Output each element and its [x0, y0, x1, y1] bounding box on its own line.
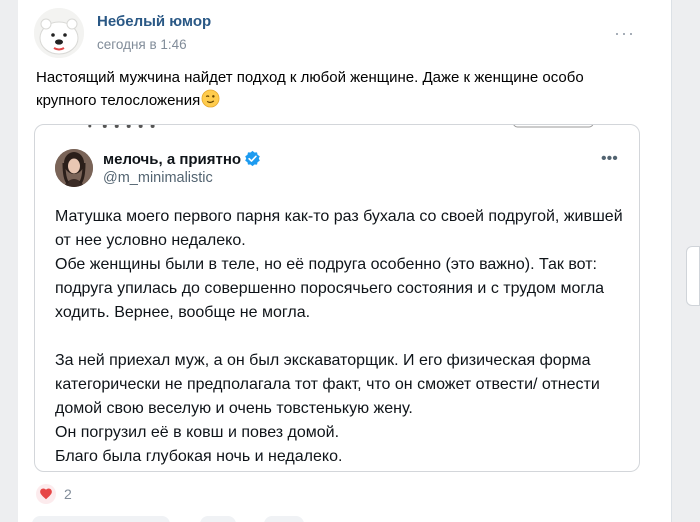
- author-name[interactable]: Небелый юмор: [97, 13, 211, 30]
- quoted-tweet-body: Матушка моего первого парня как-то раз б…: [55, 205, 630, 469]
- more-icon[interactable]: ···: [614, 24, 635, 42]
- quoted-author-name-text: мелочь, а приятно: [103, 151, 242, 168]
- winking-face-emoji-icon: [201, 89, 220, 108]
- quoted-author-name[interactable]: мелочь, а приятно: [103, 150, 261, 168]
- post-card: Небелый юмор сегодня в 1:46 ··· Настоящи…: [18, 0, 672, 522]
- quoted-more-icon[interactable]: •••: [601, 151, 618, 167]
- cropped-action-buttons: [32, 516, 304, 522]
- polar-bear-icon: [34, 8, 84, 58]
- author-avatar[interactable]: [34, 8, 84, 58]
- verified-badge-icon: [245, 150, 260, 167]
- like-button[interactable]: 2: [36, 484, 72, 504]
- quoted-author-avatar[interactable]: [55, 149, 93, 187]
- post-text-content: Настоящий мужчина найдет подход к любой …: [36, 69, 584, 109]
- like-count: 2: [64, 486, 72, 502]
- quoted-author-handle[interactable]: @m_minimalistic: [103, 170, 213, 186]
- post-time[interactable]: сегодня в 1:46: [97, 37, 187, 52]
- tweet-paragraph: Благо была глубокая ночь и недалеко.: [55, 448, 343, 465]
- portrait-photo-icon: [55, 149, 93, 187]
- tweet-paragraph: Матушка моего первого парня как-то раз б…: [55, 208, 623, 249]
- quoted-tweet-card[interactable]: мелочь, а приятно @m_minimalistic ••• Ма…: [34, 124, 640, 472]
- heart-icon: [36, 484, 56, 504]
- cropped-previous-content: [88, 125, 594, 128]
- tweet-paragraph: За ней приехал муж, а он был экскаваторщ…: [55, 352, 600, 417]
- post-text: Настоящий мужчина найдет подход к любой …: [36, 66, 646, 112]
- tweet-paragraph: Обе женщины были в теле, но её подруга о…: [55, 256, 605, 321]
- tweet-paragraph: Он погрузил её в ковш и повез домой.: [55, 424, 340, 441]
- side-scrollbar[interactable]: [686, 246, 700, 306]
